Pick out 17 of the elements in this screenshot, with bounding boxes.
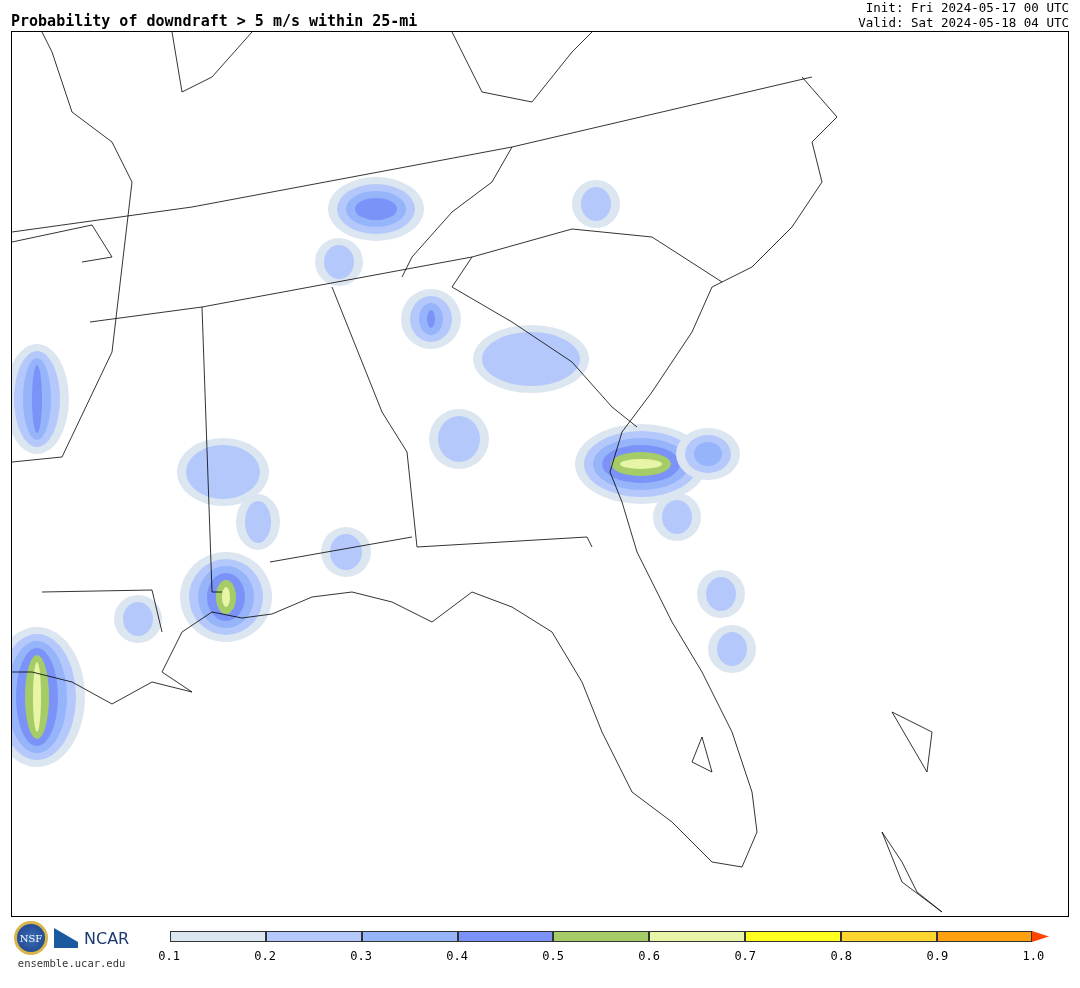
colorbar-tick-label: 0.7 [734, 949, 757, 963]
chart-title: Probability of downdraft > 5 m/s within 25-mi [11, 12, 418, 30]
init-time: Init: Fri 2024-05-17 00 UTC [865, 0, 1069, 15]
colorbar-tick-label: 1.0 [1022, 949, 1045, 963]
nsf-logo: NSF [14, 921, 48, 955]
colorbar-tick-label: 0.6 [638, 949, 661, 963]
colorbar-tick-label: 0.8 [830, 949, 853, 963]
ncar-logo: NCAR [84, 928, 130, 948]
colorbar-tick-label: 0.2 [254, 949, 276, 963]
colorbar-tick-label: 0.3 [350, 949, 372, 963]
site-url: ensemble.ucar.edu [17, 957, 126, 969]
valid-time: Valid: Sat 2024-05-18 04 UTC [858, 15, 1069, 30]
colorbar-tick-label: 0.4 [446, 949, 468, 963]
colorbar-tick-label: 0.9 [926, 949, 949, 963]
colorbar-tick-label: 0.5 [542, 949, 564, 963]
colorbar-tick-label: 0.1 [158, 949, 180, 963]
ncar-logo-mark-icon [54, 928, 78, 948]
